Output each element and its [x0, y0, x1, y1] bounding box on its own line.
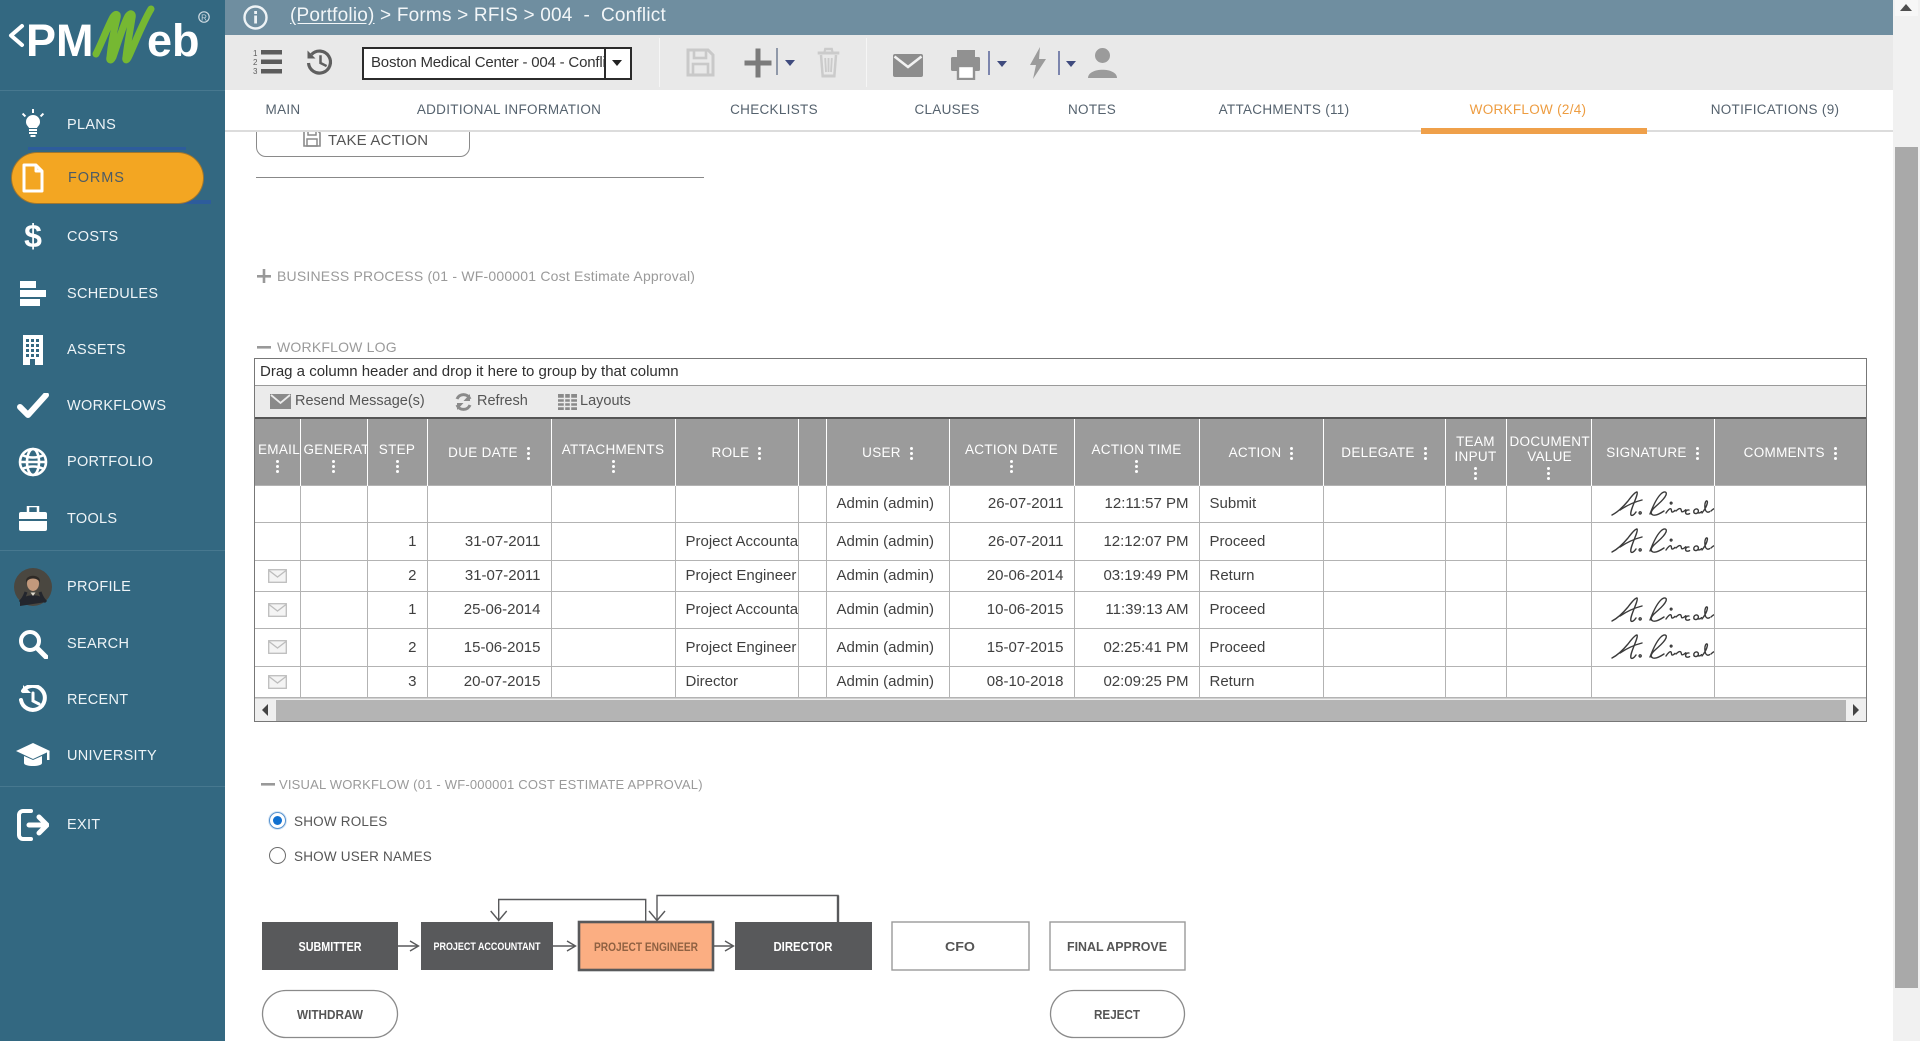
- svg-text:REJECT: REJECT: [1094, 1007, 1140, 1022]
- svg-text:$: $: [24, 220, 42, 254]
- svg-text:2: 2: [253, 58, 258, 67]
- svg-text:3: 3: [253, 67, 258, 76]
- svg-text:WITHDRAW: WITHDRAW: [297, 1007, 364, 1022]
- svg-text:CFO: CFO: [945, 939, 975, 954]
- svg-text:SUBMITTER: SUBMITTER: [299, 939, 362, 954]
- svg-text:FINAL APPROVE: FINAL APPROVE: [1067, 939, 1167, 954]
- svg-text:DIRECTOR: DIRECTOR: [774, 939, 834, 954]
- svg-text:PM: PM: [26, 15, 94, 66]
- svg-text:R: R: [201, 14, 207, 23]
- svg-text:1: 1: [253, 49, 258, 58]
- svg-text:PROJECT ACCOUNTANT: PROJECT ACCOUNTANT: [434, 941, 541, 953]
- svg-text:eb: eb: [147, 15, 200, 66]
- svg-text:PROJECT ENGINEER: PROJECT ENGINEER: [594, 940, 698, 954]
